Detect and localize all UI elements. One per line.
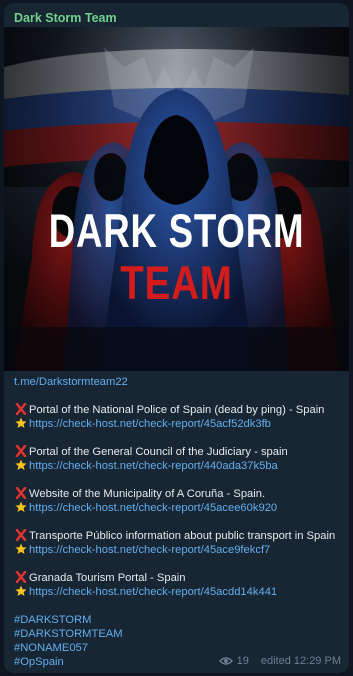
entry-title: Granada Tourism Portal - Spain bbox=[29, 572, 186, 584]
message-meta: 19 edited 12:29 PM bbox=[218, 655, 341, 667]
entry-item: Portal of the National Police of Spain (… bbox=[14, 403, 344, 431]
entry-link-line: https://check-host.net/check-report/45ac… bbox=[14, 417, 344, 431]
view-count: 19 bbox=[236, 655, 249, 667]
hashtag-darkstormteam[interactable]: #DARKSTORMTEAM bbox=[14, 627, 344, 641]
red-x-icon bbox=[14, 529, 29, 542]
message-image[interactable]: DARK STORM TEAM bbox=[4, 27, 349, 371]
red-x-icon bbox=[14, 571, 29, 584]
entry-title: Transporte Público information about pub… bbox=[29, 530, 336, 542]
star-icon bbox=[14, 585, 29, 598]
entry-title: Portal of the General Council of the Jud… bbox=[29, 446, 288, 458]
poster-artwork bbox=[4, 27, 349, 371]
edited-timestamp: edited 12:29 PM bbox=[260, 655, 341, 667]
entry-link-line: https://check-host.net/check-report/45ac… bbox=[14, 585, 344, 599]
check-host-link[interactable]: https://check-host.net/check-report/45ac… bbox=[29, 544, 270, 556]
star-icon bbox=[14, 459, 29, 472]
star-icon bbox=[14, 417, 29, 430]
entry-title-line: Granada Tourism Portal - Spain bbox=[14, 571, 344, 585]
entry-title-line: Portal of the National Police of Spain (… bbox=[14, 403, 344, 417]
star-icon bbox=[14, 543, 29, 556]
check-host-link[interactable]: https://check-host.net/check-report/45ac… bbox=[29, 502, 277, 514]
star-icon bbox=[14, 501, 29, 514]
hashtag-noname057[interactable]: #NONAME057 bbox=[14, 641, 344, 655]
entry-title: Portal of the National Police of Spain (… bbox=[29, 404, 325, 416]
entry-title-line: Website of the Municipality of A Coruña … bbox=[14, 487, 344, 501]
entry-link-line: https://check-host.net/check-report/440a… bbox=[14, 459, 344, 473]
entry-item: Website of the Municipality of A Coruña … bbox=[14, 487, 344, 515]
hashtag-darkstorm[interactable]: #DARKSTORM bbox=[14, 613, 344, 627]
entry-list: Portal of the National Police of Spain (… bbox=[14, 403, 344, 599]
sender-name[interactable]: Dark Storm Team bbox=[14, 11, 117, 25]
channel-link[interactable]: t.me/Darkstormteam22 bbox=[14, 375, 344, 389]
entry-link-line: https://check-host.net/check-report/45ac… bbox=[14, 501, 344, 515]
entry-title-line: Transporte Público information about pub… bbox=[14, 529, 344, 543]
poster-title-line2: TEAM bbox=[120, 256, 233, 309]
message-text: t.me/Darkstormteam22 Portal of the Natio… bbox=[14, 375, 344, 669]
check-host-link[interactable]: https://check-host.net/check-report/45ac… bbox=[29, 586, 277, 598]
entry-link-line: https://check-host.net/check-report/45ac… bbox=[14, 543, 344, 557]
poster-title-line1: DARK STORM bbox=[48, 204, 305, 257]
message-bubble: Dark Storm Team DARK STORM TEAM t.me/Dar… bbox=[4, 3, 349, 673]
red-x-icon bbox=[14, 403, 29, 416]
entry-item: Portal of the General Council of the Jud… bbox=[14, 445, 344, 473]
entry-title: Website of the Municipality of A Coruña … bbox=[29, 488, 266, 500]
check-host-link[interactable]: https://check-host.net/check-report/440a… bbox=[29, 460, 278, 472]
entry-item: Granada Tourism Portal - Spain https://ch… bbox=[14, 571, 344, 599]
check-host-link[interactable]: https://check-host.net/check-report/45ac… bbox=[29, 418, 271, 430]
entry-item: Transporte Público information about pub… bbox=[14, 529, 344, 557]
red-x-icon bbox=[14, 445, 29, 458]
eye-icon bbox=[218, 657, 233, 665]
entry-title-line: Portal of the General Council of the Jud… bbox=[14, 445, 344, 459]
red-x-icon bbox=[14, 487, 29, 500]
